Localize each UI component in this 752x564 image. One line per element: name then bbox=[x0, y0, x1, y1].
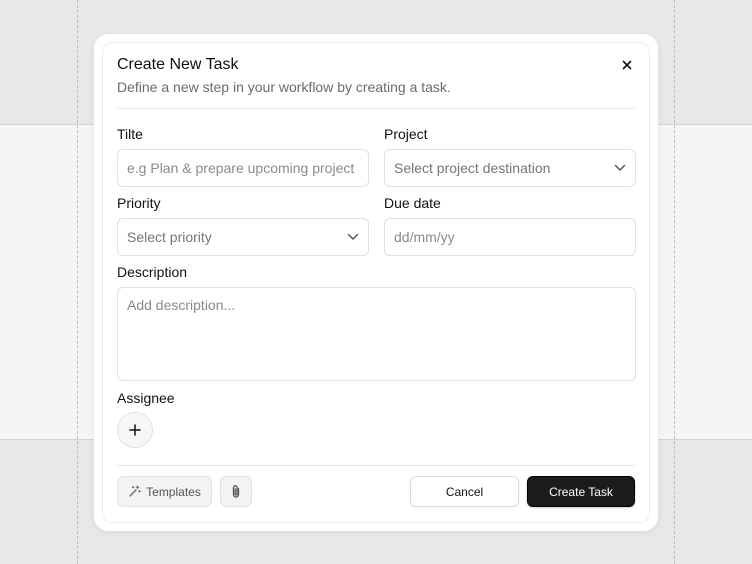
dialog-title: Create New Task bbox=[117, 56, 239, 73]
dialog-frame: Create New Task Define a new step in you… bbox=[94, 34, 658, 531]
paperclip-icon bbox=[232, 485, 240, 498]
add-assignee-button[interactable] bbox=[117, 412, 153, 448]
dialog-subtitle: Define a new step in your workflow by cr… bbox=[117, 79, 451, 95]
priority-select[interactable]: Select priority bbox=[117, 218, 369, 256]
due-date-label: Due date bbox=[384, 195, 441, 211]
chevron-down-icon bbox=[614, 164, 626, 172]
magic-wand-icon bbox=[129, 485, 141, 497]
footer-divider bbox=[117, 465, 635, 466]
attach-button[interactable] bbox=[220, 476, 252, 507]
background-guide-right bbox=[674, 0, 675, 564]
priority-select-value: Select priority bbox=[127, 229, 212, 245]
close-icon bbox=[622, 60, 632, 70]
description-textarea[interactable] bbox=[117, 287, 636, 381]
chevron-down-icon bbox=[347, 233, 359, 241]
priority-label: Priority bbox=[117, 195, 161, 211]
description-label: Description bbox=[117, 264, 188, 280]
project-select[interactable]: Select project destination bbox=[384, 149, 636, 187]
title-input[interactable] bbox=[117, 149, 369, 187]
templates-button[interactable]: Templates bbox=[117, 476, 212, 507]
cancel-button[interactable]: Cancel bbox=[410, 476, 519, 507]
title-label: Tilte bbox=[117, 126, 143, 142]
project-select-value: Select project destination bbox=[394, 160, 551, 176]
templates-button-label: Templates bbox=[146, 484, 201, 499]
background-guide-left bbox=[77, 0, 78, 564]
assignee-label: Assignee bbox=[117, 390, 175, 406]
create-task-dialog: Create New Task Define a new step in you… bbox=[102, 42, 650, 523]
header-divider bbox=[117, 108, 635, 109]
due-date-input[interactable] bbox=[384, 218, 636, 256]
close-button[interactable] bbox=[619, 57, 635, 73]
project-label: Project bbox=[384, 126, 428, 142]
create-task-button[interactable]: Create Task bbox=[527, 476, 635, 507]
plus-icon bbox=[129, 424, 141, 436]
